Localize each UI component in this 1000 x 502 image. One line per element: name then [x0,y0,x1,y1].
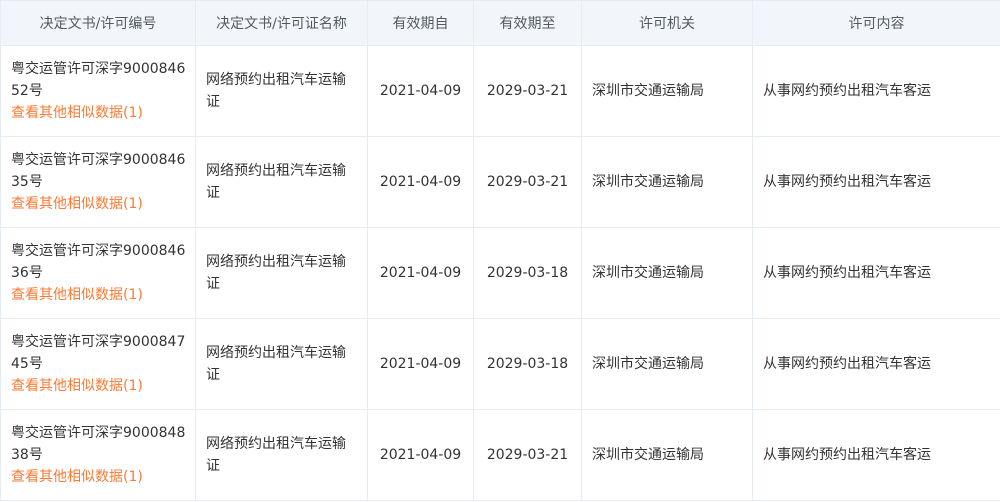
authority-cell: 深圳市交通运输局 [581,45,753,137]
doc-name: 网络预约出租汽车运输证 [206,254,346,292]
doc-name-cell: 网络预约出租汽车运输证 [195,409,368,501]
content-cell: 从事网约预约出租汽车客运 [752,136,1000,228]
authority-cell: 深圳市交通运输局 [581,318,753,410]
view-similar-link[interactable]: 查看其他相似数据(1) [11,466,187,488]
doc-number-cell: 粤交运管许可深字900084838号 查看其他相似数据(1) [0,409,196,501]
header-doc-number: 决定文书/许可编号 [0,0,196,46]
doc-number-cell: 粤交运管许可深字900084635号 查看其他相似数据(1) [0,136,196,228]
doc-name: 网络预约出租汽车运输证 [206,163,346,201]
valid-from-cell: 2021-04-09 [367,227,474,319]
doc-number: 粤交运管许可深字900084635号 [11,152,186,190]
valid-to-cell: 2029-03-18 [473,318,582,410]
header-row: 决定文书/许可编号 决定文书/许可证名称 有效期自 有效期至 许可机关 许可内容 [0,0,1000,46]
doc-name-cell: 网络预约出租汽车运输证 [195,318,368,410]
authority-cell: 深圳市交通运输局 [581,227,753,319]
doc-name: 网络预约出租汽车运输证 [206,72,346,110]
valid-from-cell: 2021-04-09 [367,45,474,137]
table-row: 粤交运管许可深字900084652号 查看其他相似数据(1) 网络预约出租汽车运… [0,45,1000,137]
table-row: 粤交运管许可深字900084838号 查看其他相似数据(1) 网络预约出租汽车运… [0,409,1000,501]
doc-name-cell: 网络预约出租汽车运输证 [195,227,368,319]
view-similar-link[interactable]: 查看其他相似数据(1) [11,375,187,397]
valid-to-cell: 2029-03-21 [473,409,582,501]
header-valid-from: 有效期自 [367,0,474,46]
doc-number: 粤交运管许可深字900084652号 [11,61,186,99]
view-similar-link[interactable]: 查看其他相似数据(1) [11,102,187,124]
view-similar-link[interactable]: 查看其他相似数据(1) [11,284,187,306]
doc-number: 粤交运管许可深字900084745号 [11,334,186,372]
table-row: 粤交运管许可深字900084745号 查看其他相似数据(1) 网络预约出租汽车运… [0,318,1000,410]
table-body: 粤交运管许可深字900084652号 查看其他相似数据(1) 网络预约出租汽车运… [0,45,1000,501]
table-row: 粤交运管许可深字900084635号 查看其他相似数据(1) 网络预约出租汽车运… [0,136,1000,228]
valid-to-cell: 2029-03-18 [473,227,582,319]
doc-number: 粤交运管许可深字900084838号 [11,425,186,463]
view-similar-link[interactable]: 查看其他相似数据(1) [11,193,187,215]
valid-to-cell: 2029-03-21 [473,45,582,137]
doc-name: 网络预约出租汽车运输证 [206,345,346,383]
permit-table: 决定文书/许可编号 决定文书/许可证名称 有效期自 有效期至 许可机关 许可内容… [0,0,1000,501]
valid-from-cell: 2021-04-09 [367,318,474,410]
content-cell: 从事网约预约出租汽车客运 [752,318,1000,410]
doc-name-cell: 网络预约出租汽车运输证 [195,45,368,137]
doc-name: 网络预约出租汽车运输证 [206,436,346,474]
content-cell: 从事网约预约出租汽车客运 [752,45,1000,137]
valid-from-cell: 2021-04-09 [367,409,474,501]
doc-number-cell: 粤交运管许可深字900084745号 查看其他相似数据(1) [0,318,196,410]
valid-to-cell: 2029-03-21 [473,136,582,228]
header-doc-name: 决定文书/许可证名称 [195,0,368,46]
header-content: 许可内容 [752,0,1000,46]
content-cell: 从事网约预约出租汽车客运 [752,227,1000,319]
content-cell: 从事网约预约出租汽车客运 [752,409,1000,501]
doc-number: 粤交运管许可深字900084636号 [11,243,186,281]
doc-number-cell: 粤交运管许可深字900084652号 查看其他相似数据(1) [0,45,196,137]
header-authority: 许可机关 [581,0,753,46]
authority-cell: 深圳市交通运输局 [581,409,753,501]
doc-number-cell: 粤交运管许可深字900084636号 查看其他相似数据(1) [0,227,196,319]
table-row: 粤交运管许可深字900084636号 查看其他相似数据(1) 网络预约出租汽车运… [0,227,1000,319]
table-header: 决定文书/许可编号 决定文书/许可证名称 有效期自 有效期至 许可机关 许可内容 [0,0,1000,46]
header-valid-to: 有效期至 [473,0,582,46]
valid-from-cell: 2021-04-09 [367,136,474,228]
authority-cell: 深圳市交通运输局 [581,136,753,228]
doc-name-cell: 网络预约出租汽车运输证 [195,136,368,228]
